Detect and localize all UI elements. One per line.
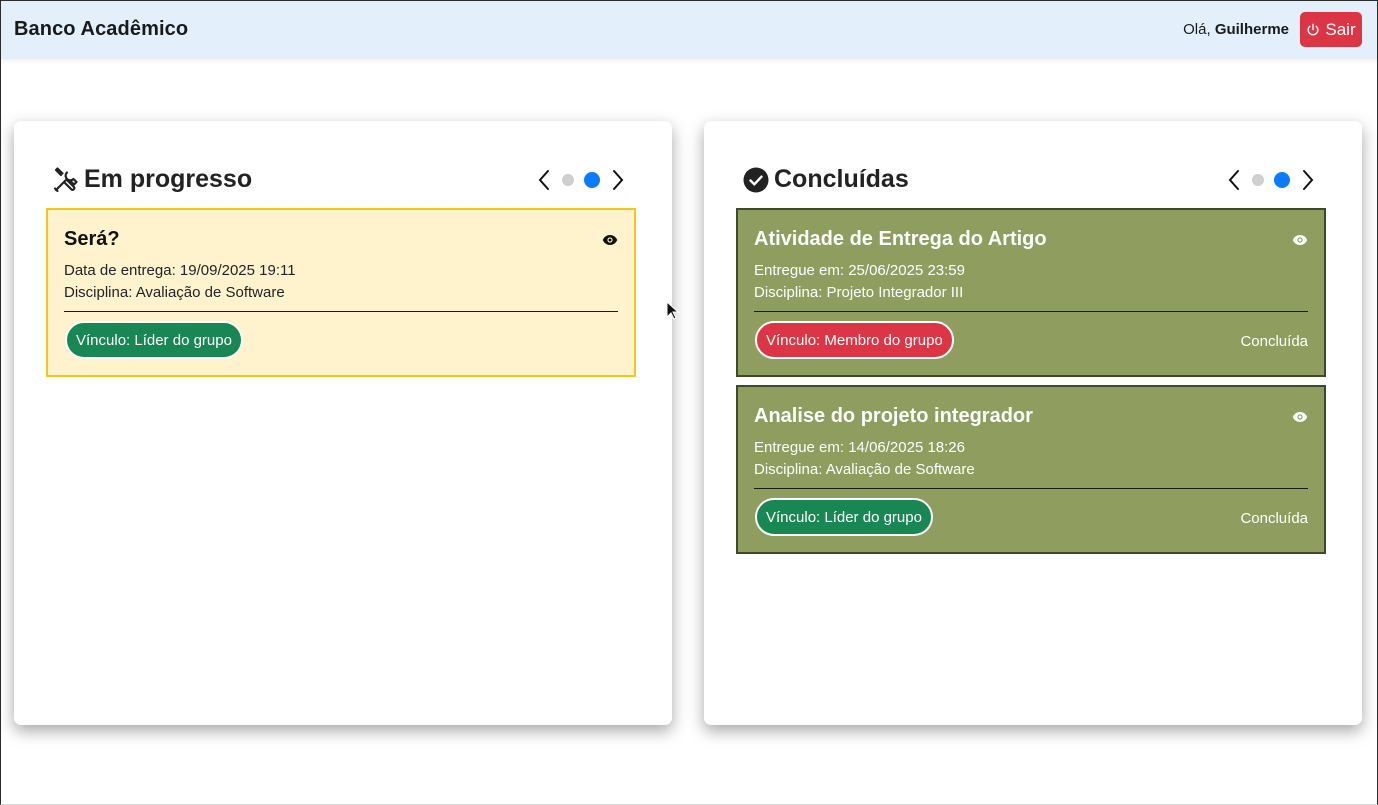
brand-title[interactable]: Banco Acadêmico [14, 18, 188, 41]
check-circle-icon [742, 166, 770, 194]
mouse-cursor-icon [666, 300, 680, 321]
app-window: Banco Acadêmico Olá, Guilherme Sair Em p… [0, 0, 1378, 805]
page-dot-2-active[interactable] [584, 172, 600, 188]
role-badge: Vínculo: Líder do grupo [755, 498, 933, 536]
discipline: Disciplina: Avaliação de Software [754, 461, 975, 478]
activity-title: Atividade de Entrega do Artigo [754, 228, 1047, 250]
page-indicators [562, 172, 600, 188]
activity-title: Analise do projeto integrador [754, 405, 1033, 427]
delivered-date: Entregue em: 14/06/2025 18:26 [754, 439, 965, 456]
eye-icon[interactable] [1292, 232, 1308, 248]
logout-button[interactable]: Sair [1300, 12, 1362, 47]
chevron-left-icon[interactable] [1222, 168, 1246, 192]
in-progress-title: Em progresso [84, 165, 253, 193]
delivered-date: Entregue em: 25/06/2025 23:59 [754, 262, 965, 279]
eye-icon[interactable] [602, 232, 618, 248]
activity-title: Será? [64, 228, 120, 250]
user-greeting: Olá, Guilherme [1183, 21, 1289, 38]
in-progress-pager [532, 168, 630, 192]
page-dot-2-active[interactable] [1274, 172, 1290, 188]
page-dot-1[interactable] [562, 174, 574, 186]
logout-label: Sair [1325, 19, 1356, 39]
eye-icon[interactable] [1292, 409, 1308, 425]
completed-pager [1222, 168, 1320, 192]
due-date: Data de entrega: 19/09/2025 19:11 [64, 262, 296, 279]
completed-panel: Concluídas Atividade de Entrega do Artig… [704, 121, 1362, 725]
status-label: Concluída [1240, 333, 1308, 350]
activity-card[interactable]: Atividade de Entrega do Artigo Entregue … [736, 208, 1326, 377]
discipline: Disciplina: Projeto Integrador III [754, 284, 964, 301]
page-indicators [1252, 172, 1290, 188]
chevron-left-icon[interactable] [532, 168, 556, 192]
power-icon [1306, 23, 1320, 37]
role-badge: Vínculo: Líder do grupo [65, 321, 243, 359]
role-badge: Vínculo: Membro do grupo [755, 321, 954, 359]
user-name: Guilherme [1214, 21, 1289, 38]
status-label: Concluída [1240, 510, 1308, 527]
discipline: Disciplina: Avaliação de Software [64, 284, 285, 301]
activity-card[interactable]: Será? Data de entrega: 19/09/2025 19:11 … [46, 208, 636, 377]
completed-title: Concluídas [774, 165, 909, 193]
divider [754, 488, 1308, 489]
in-progress-panel: Em progresso Será? Data de entrega: 19/0… [14, 121, 672, 725]
activity-card[interactable]: Analise do projeto integrador Entregue e… [736, 385, 1326, 554]
page-dot-1[interactable] [1252, 174, 1264, 186]
greeting-prefix: Olá, [1183, 21, 1211, 38]
divider [64, 311, 618, 312]
completed-header: Concluídas [742, 165, 909, 194]
chevron-right-icon[interactable] [1296, 168, 1320, 192]
in-progress-header: Em progresso [52, 165, 252, 194]
navbar: Banco Acadêmico Olá, Guilherme Sair [1, 1, 1377, 59]
tools-icon [52, 166, 80, 194]
chevron-right-icon[interactable] [606, 168, 630, 192]
divider [754, 311, 1308, 312]
